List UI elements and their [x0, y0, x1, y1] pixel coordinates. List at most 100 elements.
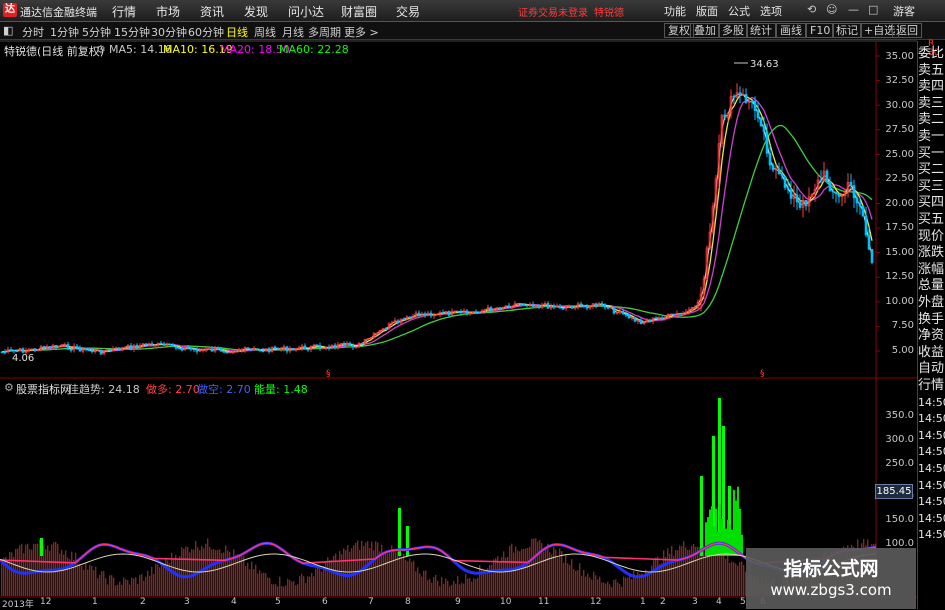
candle-body [351, 345, 355, 348]
candle-body [159, 342, 163, 345]
quote-field-label[interactable]: 自动 [918, 361, 945, 377]
candle-body [108, 349, 112, 351]
indicator-tick: 150.0 [885, 514, 914, 525]
indicator-bar [727, 553, 729, 596]
quote-field-label: 买二 [918, 162, 945, 178]
indicator-bar [291, 581, 293, 596]
current-indicator-value: 185.45 [875, 484, 913, 499]
candlesticks [0, 83, 874, 355]
indicator-bar [165, 557, 167, 596]
candle-body [594, 303, 598, 307]
energy-bar [711, 506, 713, 556]
indicator-bar [71, 551, 73, 596]
candle-body [42, 346, 46, 349]
candle-body [408, 316, 412, 319]
energy-bar [741, 534, 743, 556]
indicator-bar [89, 564, 91, 596]
indicator-bar [275, 584, 277, 596]
candle-body [249, 348, 253, 351]
bull-value: 做多: 2.70 [146, 383, 200, 396]
candle-body [633, 316, 637, 322]
energy-bar [721, 518, 723, 556]
quote-field-label: 14:50 [918, 495, 945, 509]
indicator-bar [131, 577, 133, 596]
indicator-bar [595, 575, 597, 596]
indicator-bar [227, 550, 229, 596]
indicator-bar [177, 559, 179, 596]
indicator-bar [599, 576, 601, 596]
candle-body [477, 311, 481, 314]
indicator-bar [395, 552, 397, 596]
indicator-bar [281, 586, 283, 596]
candle-body [525, 304, 529, 307]
indicator-bar [493, 559, 495, 596]
candle-body [558, 305, 562, 309]
candle-body [48, 346, 52, 349]
indicator-bar [531, 538, 533, 596]
indicator-bar [287, 578, 289, 596]
quote-field-label: 卖二 [918, 112, 945, 128]
candle-body [327, 347, 331, 349]
quote-field-label: 14:50 [918, 511, 945, 525]
indicator-bar [495, 558, 497, 596]
indicator-bar [301, 573, 303, 596]
kline-chart[interactable]: 34.63 4.06 § § [0, 0, 945, 609]
energy-bar [707, 517, 709, 556]
indicator-bar [663, 550, 665, 596]
indicator-bar [567, 563, 569, 596]
indicator-bar [323, 566, 325, 596]
settings-icon[interactable]: ⚙ [96, 43, 106, 56]
candle-body [861, 205, 865, 217]
indicator-bar [247, 562, 249, 596]
indicator-bar [137, 583, 139, 596]
indicator-bar [121, 584, 123, 596]
indicator-bar [309, 576, 311, 596]
candle-body [144, 343, 148, 346]
price-tick: 22.50 [885, 173, 914, 184]
time-tick: 5 [275, 597, 281, 607]
candle-body [765, 131, 769, 154]
indicator-bar [437, 580, 439, 596]
low-price-label: 4.06 [12, 353, 34, 364]
candle-body [261, 350, 265, 353]
candle-body [99, 349, 103, 355]
indicator-settings-icon[interactable]: ⚙ [4, 381, 14, 394]
time-tick: 6 [322, 597, 328, 607]
ma60-line [1, 124, 873, 353]
quote-field-label: 净资 [918, 328, 945, 344]
indicator-bar [539, 539, 541, 596]
candle-body [621, 310, 625, 315]
candle-body [12, 349, 16, 352]
candle-body [753, 100, 757, 111]
indicator-bar [237, 554, 239, 596]
candle-body [216, 347, 220, 350]
indicator-bar [585, 576, 587, 596]
candle-body [546, 303, 550, 309]
indicator-bar [601, 582, 603, 596]
candle-body [33, 348, 37, 352]
energy-bar [733, 489, 735, 556]
indicator-bar [671, 545, 673, 596]
quote-field-label[interactable]: 行情 [918, 378, 945, 394]
indicator-bar [255, 564, 257, 596]
indicator-bar [295, 585, 297, 596]
candle-body [3, 351, 7, 354]
price-tick: 10.00 [885, 296, 914, 307]
indicator-bar [593, 571, 595, 596]
indicator-bar [329, 559, 331, 596]
quote-field-label: 买一 [918, 145, 945, 161]
energy-bar [700, 476, 703, 556]
indicator-bar [267, 577, 269, 596]
indicator-bar [737, 565, 739, 596]
candle-body [441, 312, 445, 314]
energy-bar [40, 538, 43, 556]
indicator-bar [619, 584, 621, 596]
indicator-bar [469, 578, 471, 596]
candle-body [402, 318, 406, 321]
indicator-bar [717, 550, 719, 596]
candle-body [654, 317, 658, 320]
candle-body [219, 348, 223, 352]
indicator-bar [581, 575, 583, 596]
quote-field-label: 14:50 [918, 428, 945, 442]
candle-body [189, 347, 193, 350]
